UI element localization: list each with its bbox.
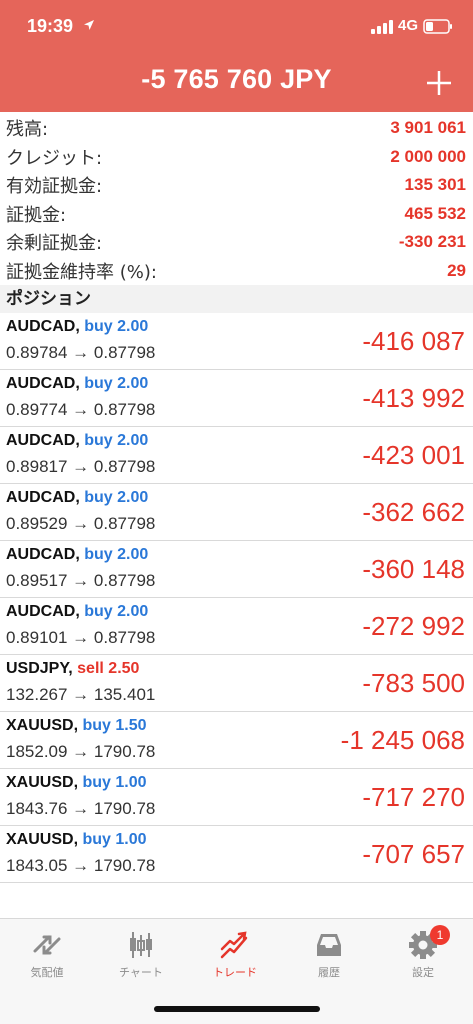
signal-icon <box>371 20 393 34</box>
position-side: buy 2.00 <box>84 489 149 506</box>
summary-row-margin-level: 証拠金維持率 (%): 29 <box>0 257 473 286</box>
summary-label: 証拠金維持率 (%): <box>6 261 157 283</box>
position-prices: 0.89817 → 0.87798 <box>6 457 156 476</box>
account-balance: -5 765 760 JPY <box>141 64 332 94</box>
summary-row-credit: クレジット: 2 000 000 <box>0 143 473 172</box>
position-side: buy 1.00 <box>82 831 147 848</box>
quotes-icon <box>33 935 61 955</box>
tab-chart[interactable]: チャート <box>94 919 188 989</box>
position-symbol: AUDCAD, <box>6 432 80 449</box>
status-time: 19:39 <box>27 16 74 36</box>
position-symbol: AUDCAD, <box>6 375 80 392</box>
position-profit: -783 500 <box>362 668 465 698</box>
tab-history[interactable]: 履歴 <box>282 919 376 989</box>
tab-label: 設定 <box>412 966 434 979</box>
tab-label: 気配値 <box>30 966 64 979</box>
position-symbol: XAUUSD, <box>6 717 79 734</box>
position-prices: 1843.05 → 1790.78 <box>6 856 156 875</box>
position-profit: -1 245 068 <box>340 725 465 755</box>
position-row[interactable]: USDJPY, sell 2.50 132.267 → 135.401 -783… <box>0 655 473 712</box>
position-row[interactable]: XAUUSD, buy 1.50 1852.09 → 1790.78 -1 24… <box>0 712 473 769</box>
positions-list: AUDCAD, buy 2.00 0.89784 → 0.87798 -416 … <box>0 313 473 883</box>
position-symbol: XAUUSD, <box>6 831 79 848</box>
trade-icon <box>220 931 248 959</box>
position-prices: 0.89529 → 0.87798 <box>6 514 156 533</box>
position-profit: -423 001 <box>362 440 465 470</box>
summary-value: 2 000 000 <box>390 146 466 166</box>
summary-row-balance: 残高: 3 901 061 <box>0 114 473 143</box>
position-symbol: USDJPY, <box>6 660 73 677</box>
position-prices: 0.89517 → 0.87798 <box>6 571 156 590</box>
position-row[interactable]: AUDCAD, buy 2.00 0.89774 → 0.87798 -413 … <box>0 370 473 427</box>
home-indicator <box>154 1006 320 1012</box>
summary-value: 29 <box>447 260 466 280</box>
plus-icon[interactable] <box>422 66 456 100</box>
position-prices: 1843.76 → 1790.78 <box>6 799 156 818</box>
position-profit: -360 148 <box>362 554 465 584</box>
app-header: 19:39 4G -5 765 760 JPY <box>0 0 473 112</box>
battery-icon <box>423 19 452 34</box>
account-summary: 残高: 3 901 061 クレジット: 2 000 000 有効証拠金: 13… <box>0 114 473 285</box>
status-bar: 19:39 4G <box>0 0 473 56</box>
position-symbol: AUDCAD, <box>6 489 80 506</box>
position-profit: -717 270 <box>362 782 465 812</box>
location-arrow-icon <box>84 20 94 30</box>
tab-label: 履歴 <box>318 966 340 979</box>
summary-row-margin: 証拠金: 465 532 <box>0 200 473 229</box>
position-symbol: AUDCAD, <box>6 603 80 620</box>
position-side: buy 2.00 <box>84 546 149 563</box>
tab-settings[interactable]: 1 設定 <box>376 919 470 989</box>
summary-label: クレジット: <box>6 147 103 169</box>
tab-trade[interactable]: トレード <box>188 919 282 989</box>
positions-section-header: ポジション <box>0 285 473 313</box>
summary-label: 余剰証拠金: <box>6 233 103 255</box>
summary-value: 135 301 <box>404 175 466 195</box>
summary-row-equity: 有効証拠金: 135 301 <box>0 171 473 200</box>
summary-value: 465 532 <box>404 203 466 223</box>
position-side: buy 2.00 <box>84 432 149 449</box>
position-symbol: XAUUSD, <box>6 774 79 791</box>
position-prices: 132.267 → 135.401 <box>6 685 156 704</box>
tab-quotes[interactable]: 気配値 <box>0 919 94 989</box>
position-row[interactable]: AUDCAD, buy 2.00 0.89101 → 0.87798 -272 … <box>0 598 473 655</box>
position-row[interactable]: AUDCAD, buy 2.00 0.89529 → 0.87798 -362 … <box>0 484 473 541</box>
position-side: buy 1.50 <box>82 717 147 734</box>
tab-label: チャート <box>119 966 163 979</box>
position-symbol: AUDCAD, <box>6 546 80 563</box>
position-prices: 0.89774 → 0.87798 <box>6 400 156 419</box>
position-side: sell 2.50 <box>77 660 140 677</box>
position-side: buy 2.00 <box>84 603 149 620</box>
position-prices: 0.89101 → 0.87798 <box>6 628 156 647</box>
position-profit: -272 992 <box>362 611 465 641</box>
position-side: buy 2.00 <box>84 375 149 392</box>
position-prices: 0.89784 → 0.87798 <box>6 343 156 362</box>
summary-label: 有効証拠金: <box>6 176 103 198</box>
position-side: buy 2.00 <box>84 318 149 335</box>
position-side: buy 1.00 <box>82 774 147 791</box>
position-row[interactable]: AUDCAD, buy 2.00 0.89517 → 0.87798 -360 … <box>0 541 473 598</box>
history-icon <box>317 934 341 956</box>
position-profit: -707 657 <box>362 839 465 869</box>
tab-label: トレード <box>213 966 257 979</box>
position-profit: -416 087 <box>362 326 465 356</box>
position-symbol: AUDCAD, <box>6 318 80 335</box>
position-row[interactable]: XAUUSD, buy 1.00 1843.76 → 1790.78 -717 … <box>0 769 473 826</box>
position-profit: -362 662 <box>362 497 465 527</box>
summary-value: 3 901 061 <box>390 118 466 138</box>
position-row[interactable]: AUDCAD, buy 2.00 0.89817 → 0.87798 -423 … <box>0 427 473 484</box>
summary-value: -330 231 <box>398 232 466 252</box>
summary-label: 証拠金: <box>6 204 67 226</box>
position-profit: -413 992 <box>362 383 465 413</box>
summary-row-free-margin: 余剰証拠金: -330 231 <box>0 228 473 257</box>
chart-icon <box>130 932 152 958</box>
position-row[interactable]: XAUUSD, buy 1.00 1843.05 → 1790.78 -707 … <box>0 826 473 883</box>
settings-badge: 1 <box>430 925 450 945</box>
network-type: 4G <box>398 17 419 34</box>
summary-label: 残高: <box>6 119 49 141</box>
position-row[interactable]: AUDCAD, buy 2.00 0.89784 → 0.87798 -416 … <box>0 313 473 370</box>
position-prices: 1852.09 → 1790.78 <box>6 742 156 761</box>
